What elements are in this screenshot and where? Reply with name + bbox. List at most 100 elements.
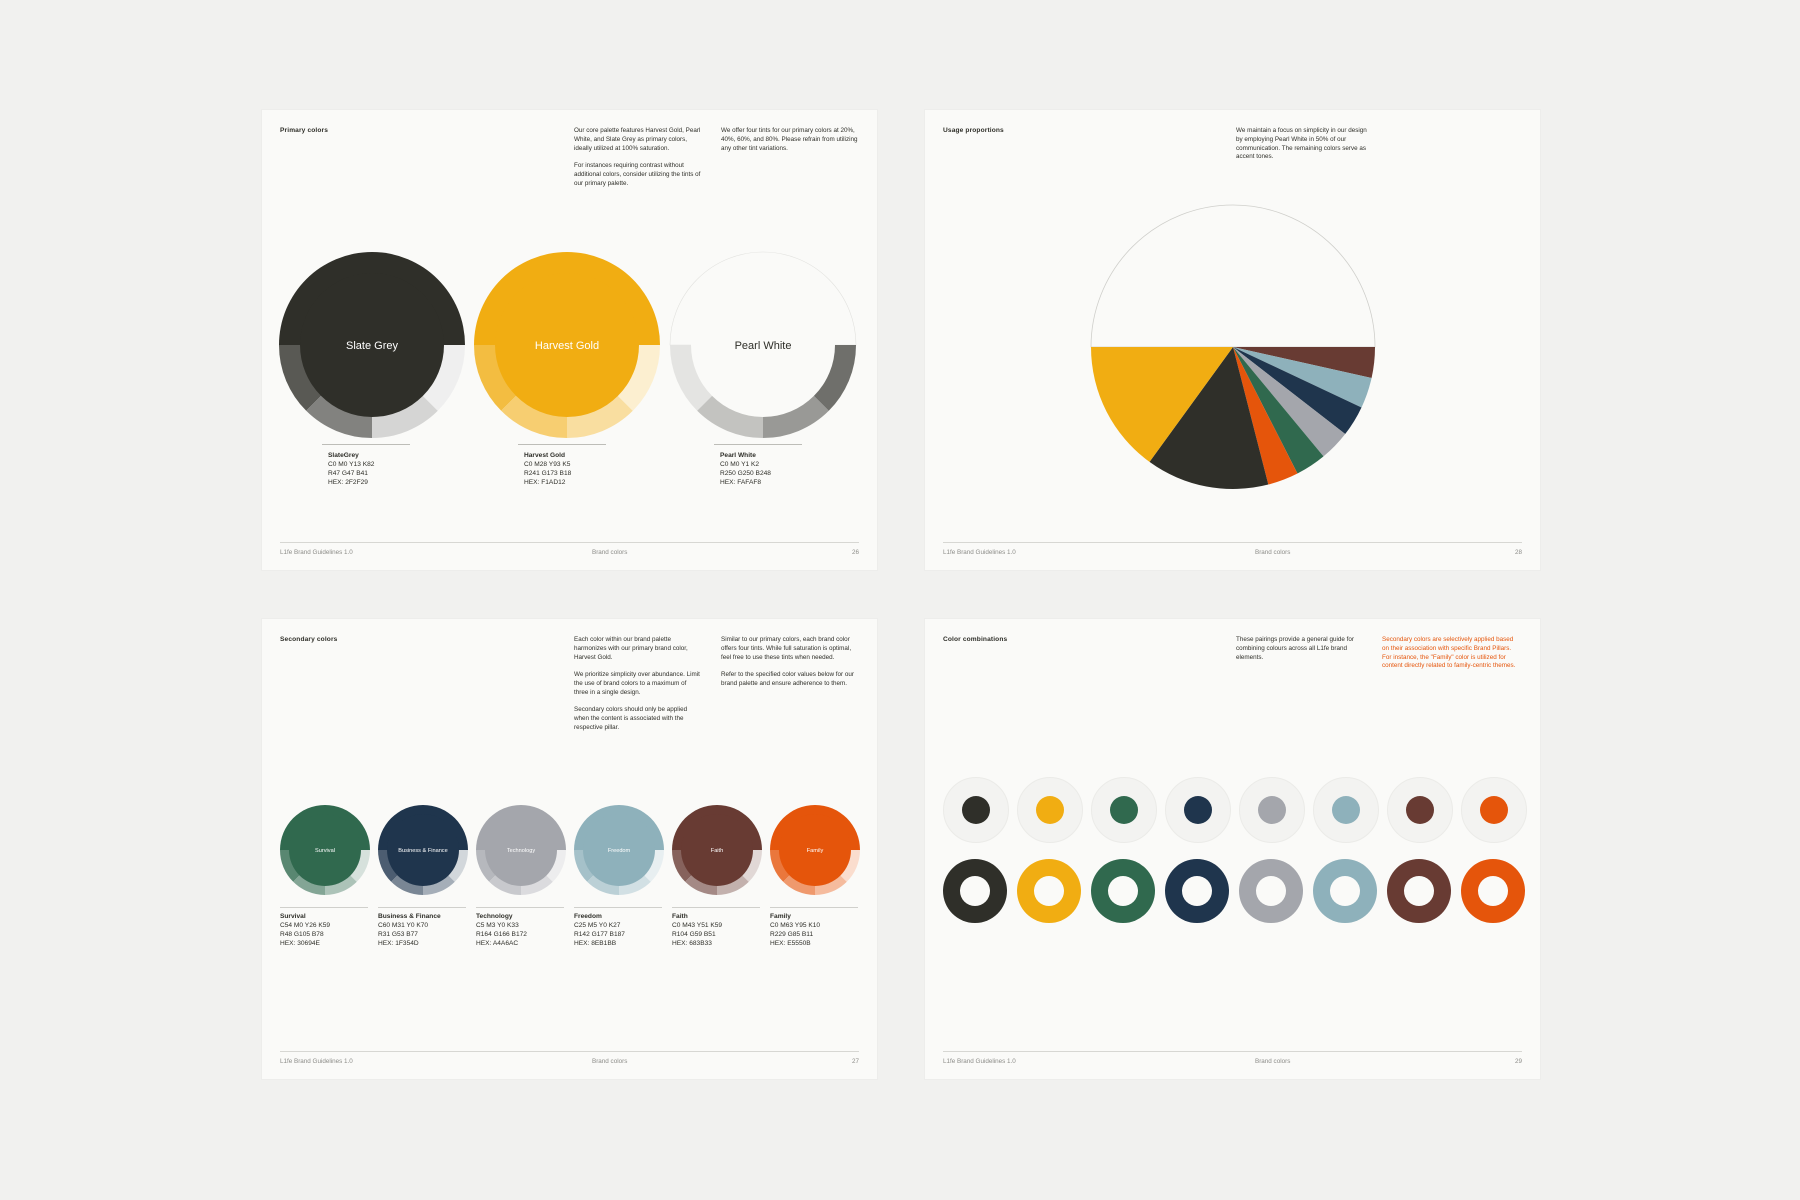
- combo-business-finance-ring: [1165, 859, 1229, 923]
- swatch-label: Family: [807, 848, 824, 854]
- spec-cmyk: C0 M63 Y95 K10: [770, 922, 821, 929]
- combo-dot: [1110, 796, 1138, 824]
- intro-paragraph: These pairings provide a general guide f…: [1236, 636, 1354, 661]
- intro-column: We maintain a focus on simplicity in our…: [1236, 127, 1371, 171]
- intro-paragraph: For instances requiring contrast without…: [574, 162, 701, 187]
- spec-name: Technology: [476, 913, 513, 920]
- swatch-spec-slate-grey: SlateGrey C0 M0 Y13 K82 R47 G47 B41 HEX:…: [322, 444, 410, 487]
- page-heading: Color combinations: [943, 636, 1008, 643]
- ring-hole: [1330, 876, 1360, 906]
- spec-cmyk: C0 M0 Y13 K82: [328, 461, 375, 468]
- page-heading: Secondary colors: [280, 636, 338, 643]
- page-footer: L1fe Brand Guidelines 1.0 Brand colors 2…: [280, 542, 859, 559]
- spec-rgb: R250 G250 B248: [720, 470, 771, 477]
- intro-paragraph: Our core palette features Harvest Gold, …: [574, 127, 701, 152]
- page-footer: L1fe Brand Guidelines 1.0 Brand colors 2…: [943, 542, 1522, 559]
- combo-dot: [1406, 796, 1434, 824]
- spec-hex: HEX: 8EB1BB: [574, 940, 617, 947]
- slate-grey-swatch: Slate Grey: [278, 252, 466, 439]
- intro-accent-column: Secondary colors are selectively applied…: [1382, 636, 1517, 680]
- spec-rgb: R48 G105 B78: [280, 931, 324, 938]
- spec-cmyk: C0 M0 Y1 K2: [720, 461, 760, 468]
- spec-cmyk: C25 M5 Y0 K27: [574, 922, 621, 929]
- combo-dot: [1036, 796, 1064, 824]
- spec-rgb: R229 G85 B11: [770, 931, 814, 938]
- combo-slate-grey-ring: [943, 859, 1007, 923]
- combo-harvest-gold-dot: [1017, 777, 1083, 843]
- swatch-spec-pearl-white: Pearl White C0 M0 Y1 K2 R250 G250 B248 H…: [714, 444, 802, 487]
- swatch-spec-technology: Technology C5 M3 Y0 K33 R164 G166 B172 H…: [476, 907, 564, 948]
- spec-hex: HEX: 683B33: [672, 940, 712, 947]
- combo-technology-dot: [1239, 777, 1305, 843]
- swatch-spec-harvest-gold: Harvest Gold C0 M28 Y93 K5 R241 G173 B18…: [518, 444, 606, 487]
- intro-paragraph: Refer to the specified color values belo…: [721, 671, 855, 687]
- family-swatch: Family: [770, 805, 860, 895]
- spec-rgb: R142 G177 B187: [574, 931, 625, 938]
- ring-hole: [1034, 876, 1064, 906]
- ring-hole: [1256, 876, 1286, 906]
- spec-name: Business & Finance: [378, 913, 441, 920]
- spec-hex: HEX: 2F2F29: [328, 479, 368, 486]
- swatch-label: Pearl White: [735, 340, 792, 352]
- spec-name: Family: [770, 913, 791, 920]
- combo-survival-dot: [1091, 777, 1157, 843]
- intro-column-1: Our core palette features Harvest Gold, …: [574, 127, 702, 197]
- spec-cmyk: C0 M43 Y51 K59: [672, 922, 723, 929]
- page-usage-proportions: Usage proportions We maintain a focus on…: [925, 110, 1540, 570]
- swatch-label: Technology: [507, 848, 536, 854]
- footer-page-number: 29: [1514, 1058, 1522, 1065]
- spec-cmyk: C54 M0 Y26 K59: [280, 922, 331, 929]
- spec-name: Harvest Gold: [524, 452, 566, 459]
- footer-page-number: 26: [851, 549, 859, 556]
- ring-hole: [960, 876, 990, 906]
- combo-dot: [1184, 796, 1212, 824]
- spec-cmyk: C60 M31 Y0 K70: [378, 922, 429, 929]
- technology-swatch: Technology: [476, 805, 566, 895]
- footer-section: Brand colors: [592, 549, 628, 556]
- footer-doc-title: L1fe Brand Guidelines 1.0: [943, 1058, 1016, 1065]
- spec-rgb: R47 G47 B41: [328, 470, 368, 477]
- spec-hex: HEX: FAFAF8: [720, 479, 762, 486]
- combo-freedom-ring: [1313, 859, 1377, 923]
- combo-faith-ring: [1387, 859, 1451, 923]
- spec-cmyk: C0 M28 Y93 K5: [524, 461, 571, 468]
- intro-paragraph: We offer four tints for our primary colo…: [721, 127, 858, 152]
- ring-hole: [1404, 876, 1434, 906]
- swatch-label: Slate Grey: [346, 340, 398, 352]
- page-footer: L1fe Brand Guidelines 1.0 Brand colors 2…: [943, 1051, 1522, 1068]
- pie-slice: [1090, 204, 1376, 348]
- spec-hex: HEX: A4A6AC: [476, 940, 519, 947]
- intro-paragraph: Each color within our brand palette harm…: [574, 636, 688, 661]
- footer-section: Brand colors: [1255, 549, 1291, 556]
- page-heading: Usage proportions: [943, 127, 1004, 134]
- combo-harvest-gold-ring: [1017, 859, 1081, 923]
- intro-accent-paragraph: Secondary colors are selectively applied…: [1382, 636, 1516, 670]
- page-footer: L1fe Brand Guidelines 1.0 Brand colors 2…: [280, 1051, 859, 1068]
- spec-rgb: R164 G166 B172: [476, 931, 527, 938]
- combo-freedom-dot: [1313, 777, 1379, 843]
- intro-column-2: Similar to our primary colors, each bran…: [721, 636, 856, 698]
- spec-hex: HEX: F1AD12: [524, 479, 566, 486]
- usage-proportions-pie-chart: [1090, 204, 1376, 490]
- combo-survival-ring: [1091, 859, 1155, 923]
- combo-slate-grey-dot: [943, 777, 1009, 843]
- page-secondary-colors: Secondary colors Each color within our b…: [262, 619, 877, 1079]
- spec-rgb: R104 G59 B51: [672, 931, 716, 938]
- intro-paragraph: Similar to our primary colors, each bran…: [721, 636, 852, 661]
- spec-name: Faith: [672, 913, 688, 920]
- intro-column: These pairings provide a general guide f…: [1236, 636, 1366, 671]
- spec-name: Survival: [280, 913, 306, 920]
- freedom-swatch: Freedom: [574, 805, 664, 895]
- spec-name: SlateGrey: [328, 452, 359, 459]
- ring-hole: [1108, 876, 1138, 906]
- swatch-label: Faith: [711, 848, 723, 854]
- combo-dot: [1332, 796, 1360, 824]
- footer-section: Brand colors: [592, 1058, 628, 1065]
- footer-section: Brand colors: [1255, 1058, 1291, 1065]
- combo-business-finance-dot: [1165, 777, 1231, 843]
- swatch-spec-survival: Survival C54 M0 Y26 K59 R48 G105 B78 HEX…: [280, 907, 368, 948]
- swatch-spec-business-finance: Business & Finance C60 M31 Y0 K70 R31 G5…: [378, 907, 466, 948]
- combo-family-ring: [1461, 859, 1525, 923]
- combo-faith-dot: [1387, 777, 1453, 843]
- footer-page-number: 27: [851, 1058, 859, 1065]
